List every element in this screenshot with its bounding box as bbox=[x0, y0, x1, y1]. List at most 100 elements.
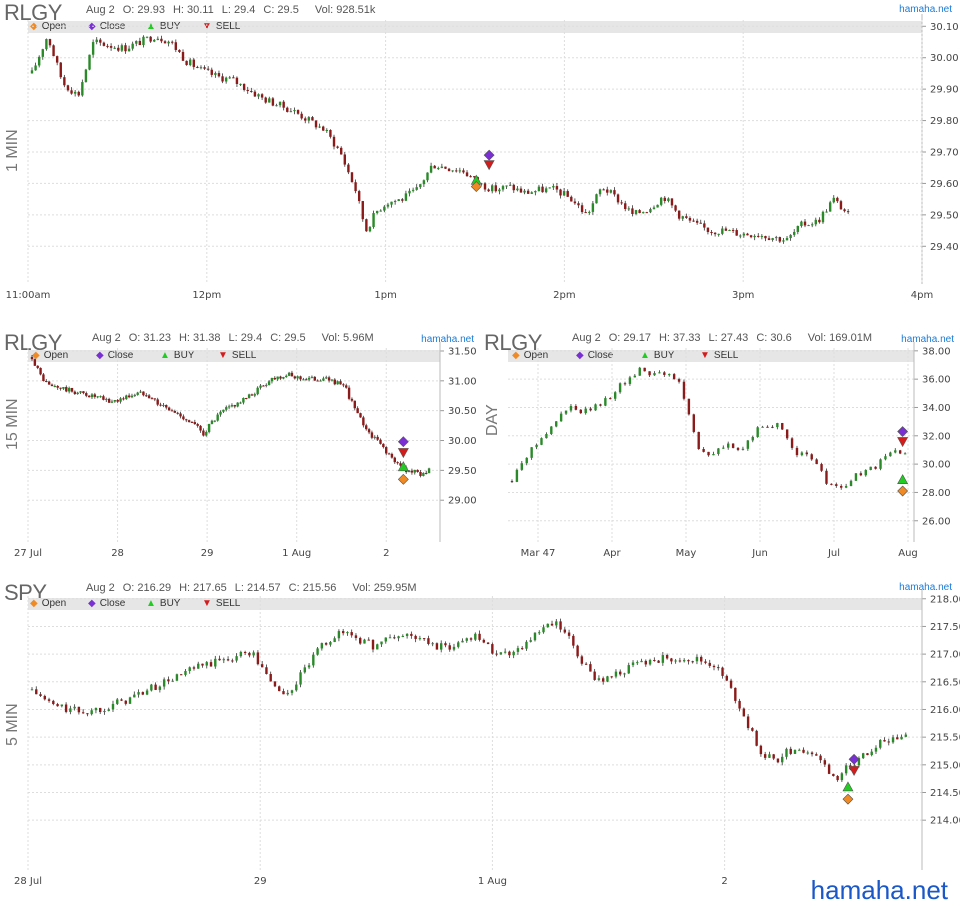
candle-body bbox=[653, 659, 656, 661]
candle-body bbox=[259, 385, 262, 388]
candle-body bbox=[427, 468, 431, 474]
candle-body bbox=[39, 367, 42, 375]
candle-body bbox=[776, 423, 779, 428]
candle-body bbox=[30, 70, 34, 74]
candle-body bbox=[874, 747, 878, 752]
candle-body bbox=[601, 678, 605, 682]
candle-body bbox=[756, 427, 759, 437]
candle-body bbox=[307, 665, 311, 668]
candle-body bbox=[491, 185, 494, 192]
candle-body bbox=[408, 190, 411, 194]
candle-body bbox=[721, 667, 724, 676]
y-tick-label: 216.50 bbox=[930, 677, 960, 688]
candle-body bbox=[440, 166, 444, 169]
candle-body bbox=[318, 126, 321, 128]
candle-body bbox=[45, 39, 48, 50]
candle-body bbox=[559, 413, 563, 422]
candle-body bbox=[81, 82, 84, 96]
candle-body bbox=[312, 654, 315, 666]
candle-body bbox=[591, 203, 595, 212]
candle-body bbox=[796, 225, 800, 232]
candle-body bbox=[193, 422, 197, 425]
candle-body bbox=[840, 485, 843, 488]
candle-body bbox=[113, 399, 117, 402]
candle-body bbox=[267, 381, 271, 385]
candle-body bbox=[36, 365, 39, 368]
candle-body bbox=[593, 671, 596, 680]
candle-body bbox=[444, 166, 447, 169]
candle-body bbox=[440, 643, 443, 650]
candle-body bbox=[512, 184, 515, 191]
candle-body bbox=[356, 408, 359, 414]
candle-body bbox=[30, 356, 34, 360]
candle-body bbox=[120, 699, 123, 701]
candle-body bbox=[844, 765, 848, 774]
candle-body bbox=[201, 663, 204, 666]
candle-body bbox=[483, 183, 487, 190]
candle-body bbox=[821, 211, 825, 223]
candle-body bbox=[541, 186, 544, 193]
y-tick-label: 29.70 bbox=[930, 148, 959, 159]
candle-body bbox=[117, 47, 120, 51]
candle-body bbox=[268, 98, 271, 103]
candle-body bbox=[107, 398, 111, 403]
candle-body bbox=[320, 643, 324, 649]
candle-body bbox=[265, 667, 268, 675]
candle-body bbox=[307, 117, 311, 121]
candle-body bbox=[843, 209, 846, 212]
y-tick-label: 28.00 bbox=[922, 488, 951, 499]
candle-body bbox=[785, 238, 789, 241]
candle-body bbox=[499, 652, 503, 655]
candle-body bbox=[731, 229, 735, 231]
candle-body bbox=[256, 387, 259, 395]
candle-body bbox=[461, 640, 464, 643]
candle-body bbox=[235, 77, 239, 84]
candle-body bbox=[303, 667, 307, 673]
candle-body bbox=[188, 667, 191, 671]
candle-body bbox=[302, 379, 305, 381]
candle-body bbox=[386, 204, 390, 207]
candle-body bbox=[325, 377, 328, 379]
candle-body bbox=[138, 40, 142, 46]
candle-body bbox=[242, 397, 245, 403]
y-tick-label: 31.00 bbox=[448, 376, 477, 387]
candle-body bbox=[375, 210, 379, 214]
y-tick-label: 29.50 bbox=[930, 210, 959, 221]
chart-panel-5min: SPY Aug 2 O: 216.29 H: 217.65 L: 214.57 C: 2… bbox=[0, 578, 960, 898]
candle-body bbox=[296, 376, 299, 379]
candle-body bbox=[793, 750, 797, 754]
candle-body bbox=[835, 484, 838, 486]
candle-body bbox=[426, 172, 429, 181]
open-marker bbox=[897, 485, 909, 497]
candle-body bbox=[341, 631, 345, 634]
candle-body bbox=[823, 760, 827, 765]
buy-marker bbox=[897, 474, 909, 484]
candle-body bbox=[79, 391, 82, 393]
x-tick-label: 28 Jul bbox=[14, 876, 42, 887]
candle-body bbox=[825, 470, 828, 484]
candle-body bbox=[45, 380, 48, 382]
candle-body bbox=[329, 130, 332, 137]
candle-body bbox=[286, 692, 289, 695]
candle-body bbox=[735, 230, 738, 236]
candle-body bbox=[771, 238, 774, 241]
candle-body bbox=[597, 678, 601, 680]
candle-body bbox=[262, 385, 265, 387]
candle-body bbox=[316, 648, 319, 655]
candle-body bbox=[393, 457, 396, 463]
candle-body bbox=[494, 185, 498, 192]
candle-body bbox=[70, 387, 74, 392]
candle-body bbox=[363, 639, 366, 644]
candle-body bbox=[397, 199, 400, 202]
candle-body bbox=[708, 662, 711, 666]
candle-body bbox=[239, 402, 242, 404]
footer-brand[interactable]: hamaha.net bbox=[811, 875, 948, 906]
candle-body bbox=[482, 639, 486, 643]
candle-body bbox=[478, 633, 481, 640]
candle-body bbox=[322, 126, 325, 131]
candle-body bbox=[178, 49, 181, 52]
candle-body bbox=[350, 398, 354, 401]
candle-body bbox=[243, 651, 247, 653]
candle-body bbox=[48, 39, 52, 46]
candle-body bbox=[379, 439, 382, 444]
